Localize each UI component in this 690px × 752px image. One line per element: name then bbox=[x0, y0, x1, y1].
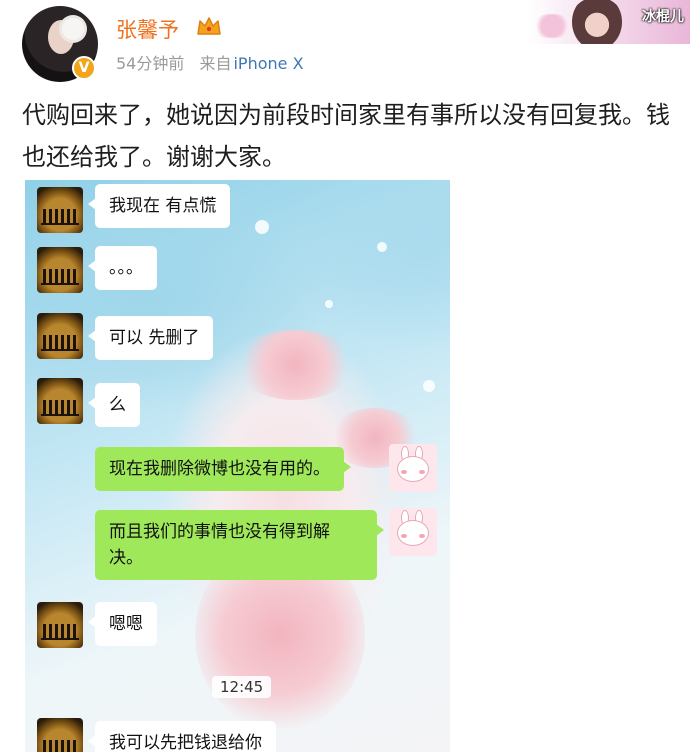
thumbnail-decoration bbox=[528, 14, 576, 38]
rabbit-blush bbox=[419, 534, 425, 538]
message-bubble-incoming[interactable]: 。。。 bbox=[88, 246, 157, 290]
avatar-ground bbox=[41, 349, 79, 351]
chat-timestamp: 12:45 bbox=[212, 676, 272, 698]
source-prefix: 来自 bbox=[199, 54, 232, 73]
rabbit-blush bbox=[419, 470, 425, 474]
verified-badge-icon: V bbox=[72, 56, 96, 80]
message-bubble-outgoing[interactable]: 而且我们的事情也没有得到解决。 bbox=[95, 510, 384, 580]
message-bubble-incoming[interactable]: 我可以先把钱退给你 bbox=[88, 721, 276, 752]
avatar-silhouette bbox=[43, 335, 77, 349]
post-time: 54分钟前 bbox=[116, 54, 185, 73]
avatar-ground bbox=[41, 638, 79, 640]
avatar-ground bbox=[41, 414, 79, 416]
message-bubble-incoming[interactable]: 可以 先删了 bbox=[87, 316, 214, 360]
top-right-thumbnail[interactable]: 冰棍儿 bbox=[528, 0, 690, 44]
contact-avatar[interactable] bbox=[37, 313, 83, 359]
chat-screenshot-image[interactable]: 我现在 有点慌 。。。 可以 先删了 么 现在我删除微博也没有用的。 而且我们的… bbox=[25, 180, 450, 752]
contact-avatar[interactable] bbox=[37, 718, 83, 752]
snow-dot bbox=[255, 220, 269, 234]
rabbit-blush bbox=[401, 470, 407, 474]
username[interactable]: 张馨予 bbox=[116, 14, 179, 44]
post-meta: 54分钟前 来自 iPhone X bbox=[116, 50, 304, 74]
message-bubble-incoming[interactable]: 嗯嗯 bbox=[88, 602, 157, 646]
contact-avatar[interactable] bbox=[37, 247, 83, 293]
message-bubble-incoming[interactable]: 么 bbox=[88, 383, 140, 427]
paw-pad bbox=[235, 330, 355, 400]
rabbit-head bbox=[397, 456, 429, 482]
avatar-silhouette bbox=[43, 269, 77, 283]
message-bubble-outgoing[interactable]: 现在我删除微博也没有用的。 bbox=[95, 447, 351, 491]
source-device-link[interactable]: iPhone X bbox=[233, 54, 303, 73]
snow-dot bbox=[377, 242, 387, 252]
contact-avatar[interactable] bbox=[37, 378, 83, 424]
contact-avatar[interactable] bbox=[37, 187, 83, 233]
avatar-silhouette bbox=[43, 400, 77, 414]
snow-dot bbox=[423, 380, 435, 392]
crown-icon bbox=[197, 17, 221, 35]
post-text: 代购回来了，她说因为前段时间家里有事所以没有回复我。钱也还给我了。谢谢大家。 bbox=[22, 101, 670, 171]
thumbnail-portrait bbox=[572, 0, 622, 44]
avatar-silhouette bbox=[43, 209, 77, 223]
my-avatar[interactable] bbox=[389, 508, 437, 556]
message-bubble-incoming[interactable]: 我现在 有点慌 bbox=[87, 184, 231, 228]
rabbit-head bbox=[397, 520, 429, 546]
thumbnail-tag: 冰棍儿 bbox=[642, 9, 684, 25]
avatar-ground bbox=[41, 283, 79, 285]
my-avatar[interactable] bbox=[389, 444, 437, 492]
avatar-silhouette bbox=[43, 624, 77, 638]
rabbit-blush bbox=[401, 534, 407, 538]
avatar-ground bbox=[41, 223, 79, 225]
avatar-silhouette bbox=[43, 740, 77, 752]
avatar-flower bbox=[62, 18, 84, 40]
snow-dot bbox=[325, 300, 333, 308]
contact-avatar[interactable] bbox=[37, 602, 83, 648]
